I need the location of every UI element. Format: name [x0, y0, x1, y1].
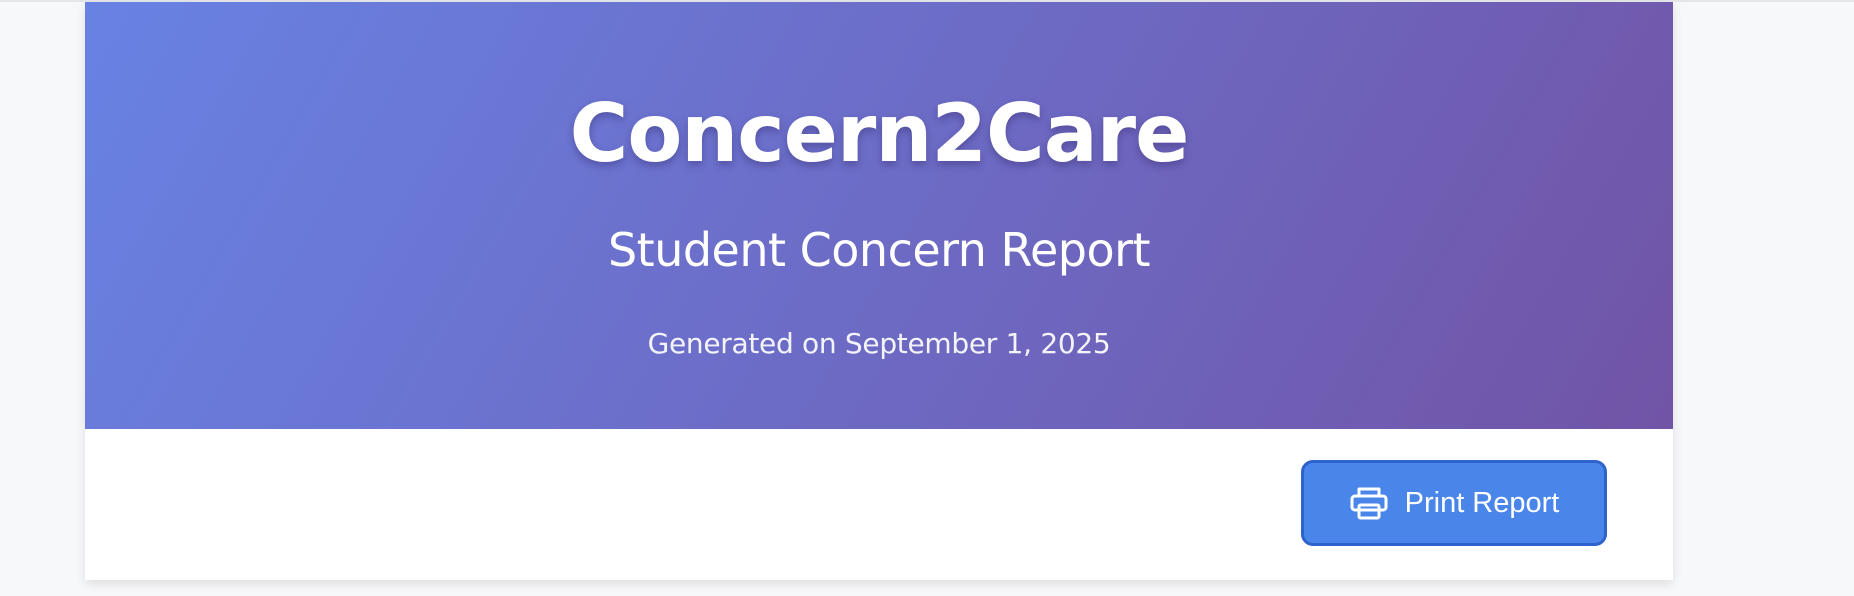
report-card: Concern2Care Student Concern Report Gene… [85, 2, 1673, 580]
printer-icon [1349, 486, 1389, 520]
report-header: Concern2Care Student Concern Report Gene… [85, 2, 1673, 429]
app-title: Concern2Care [569, 87, 1190, 180]
action-bar: Print Report [85, 429, 1673, 580]
print-report-button[interactable]: Print Report [1301, 460, 1607, 546]
report-subtitle: Student Concern Report [607, 223, 1151, 277]
generated-date: Generated on September 1, 2025 [647, 327, 1111, 360]
print-report-label: Print Report [1404, 486, 1560, 519]
